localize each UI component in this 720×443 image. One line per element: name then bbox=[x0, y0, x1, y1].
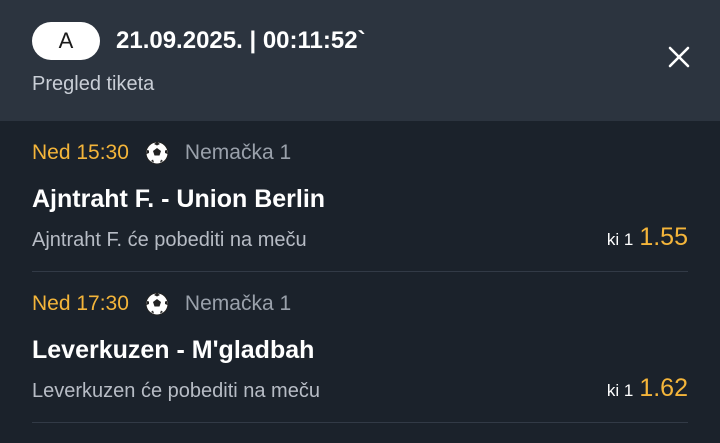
soccer-ball-icon bbox=[145, 292, 169, 316]
match-meta: Ned 17:30 Nemačka 1 bbox=[32, 290, 291, 318]
match-league: Nemačka 1 bbox=[184, 141, 292, 164]
match-row[interactable]: Ned 15:30 Nemačka 1 Ajntraht F. - Union … bbox=[32, 121, 688, 272]
ticket-datetime: 21.09.2025. | 00:11:52` bbox=[116, 27, 366, 54]
match-league: Nemačka 1 bbox=[184, 292, 292, 315]
ticket-badge: A bbox=[32, 22, 100, 60]
odds-value: 1.62 bbox=[639, 374, 688, 402]
match-time: Ned 15:30 bbox=[32, 141, 129, 164]
match-teams: Ajntraht F. - Union Berlin bbox=[32, 185, 326, 213]
close-icon[interactable] bbox=[666, 44, 692, 70]
match-teams: Leverkuzen - M'gladbah bbox=[32, 336, 315, 364]
match-time: Ned 17:30 bbox=[32, 292, 129, 315]
odds-label: ki 1 bbox=[606, 381, 634, 400]
match-pick: Leverkuzen će pobediti na meču bbox=[32, 380, 320, 402]
odds-value: 1.55 bbox=[639, 223, 688, 251]
ticket-subtitle: Pregled tiketa bbox=[32, 73, 155, 95]
match-odds: ki 1 1.62 bbox=[607, 374, 688, 403]
ticket-header: A 21.09.2025. | 00:11:52` Pregled tiketa bbox=[0, 0, 720, 121]
match-meta: Ned 15:30 Nemačka 1 bbox=[32, 139, 291, 167]
odds-label: ki 1 bbox=[606, 230, 634, 249]
match-row[interactable]: Ned 17:30 Nemačka 1 Leverkuzen - M'gladb… bbox=[32, 272, 688, 423]
match-odds: ki 1 1.55 bbox=[607, 223, 688, 252]
soccer-ball-icon bbox=[145, 141, 169, 165]
match-pick: Ajntraht F. će pobediti na meču bbox=[32, 229, 307, 251]
